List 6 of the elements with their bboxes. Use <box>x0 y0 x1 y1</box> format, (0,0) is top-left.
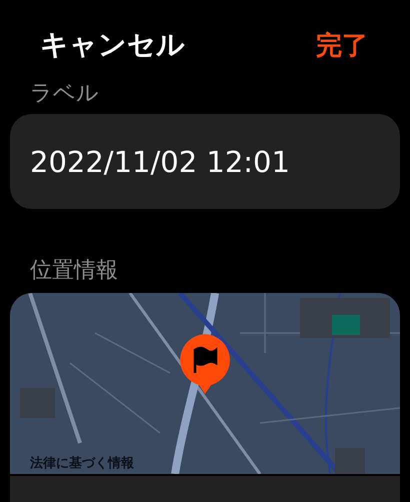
map-pin-icon <box>178 333 232 395</box>
label-field[interactable]: 2022/11/02 12:01 <box>10 114 400 209</box>
section-title: 位置情報 <box>29 257 119 285</box>
cancel-button[interactable]: キャンセル <box>40 26 185 64</box>
section-title: ラベル <box>29 80 100 108</box>
done-button[interactable]: 完了 <box>316 28 368 62</box>
